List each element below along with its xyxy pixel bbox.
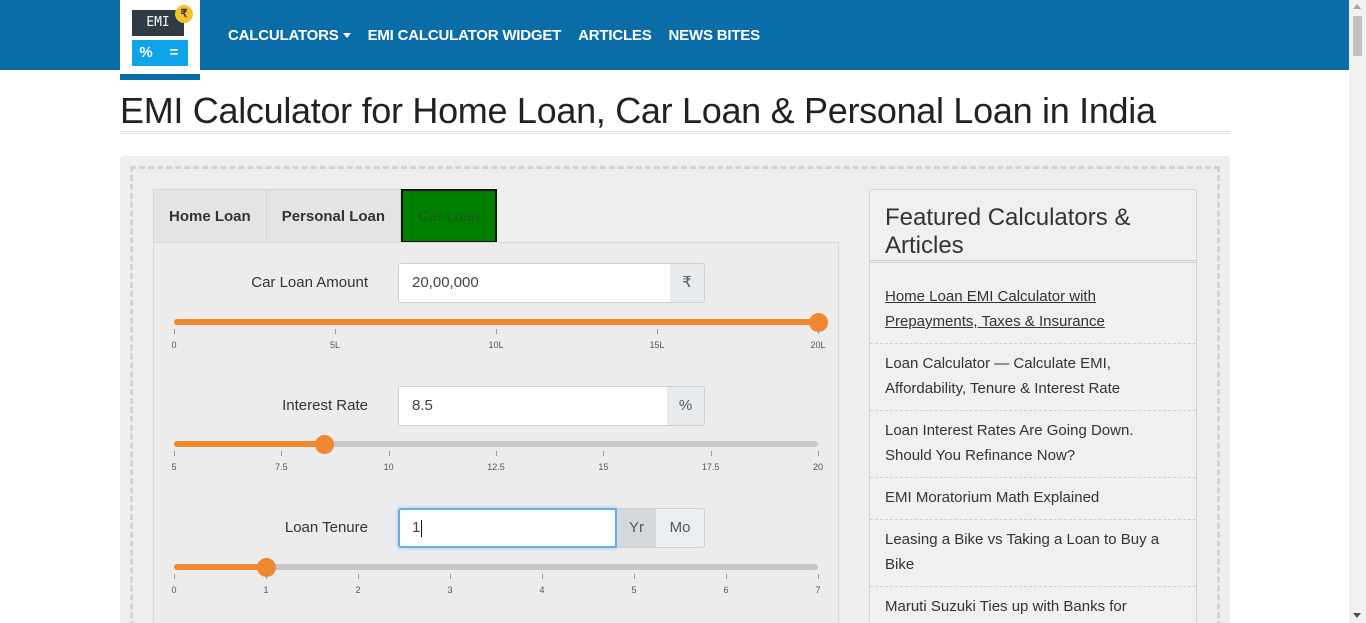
slider-tick-label: 6 <box>723 585 729 595</box>
scrollbar-thumb[interactable] <box>1353 16 1362 56</box>
slider-tick-label: 3 <box>447 585 453 595</box>
slider-tick <box>818 574 819 579</box>
tab-car-loan[interactable]: Car Loan <box>401 189 497 243</box>
slider-tick <box>818 451 819 456</box>
featured-item-emi-moratorium[interactable]: EMI Moratorium Math Explained <box>870 478 1196 520</box>
featured-list: Home Loan EMI Calculator with Prepayment… <box>870 277 1196 623</box>
slider-tick <box>174 451 175 456</box>
interest-rate-slider[interactable] <box>174 435 818 454</box>
equals-key-icon: = <box>160 40 188 66</box>
slider-tick <box>174 329 175 334</box>
featured-divider <box>870 260 1196 263</box>
loan-tenure-value: 1 <box>412 519 421 536</box>
text-cursor <box>421 519 423 537</box>
loan-tenure-input[interactable]: 1 <box>398 508 617 548</box>
nav-calculators[interactable]: CALCULATORS <box>228 27 351 44</box>
slider-tick-label: 1 <box>263 585 269 595</box>
interest-rate-slider-fill <box>174 441 325 447</box>
scroll-up-arrow-icon[interactable] <box>1353 4 1361 9</box>
slider-tick <box>450 574 451 579</box>
slider-tick-label: 12.5 <box>487 462 505 472</box>
scroll-down-arrow-icon[interactable] <box>1353 613 1361 618</box>
slider-tick-label: 17.5 <box>701 462 720 472</box>
slider-tick-label: 15L <box>649 340 665 350</box>
nav-emi-calculator-widget[interactable]: EMI CALCULATOR WIDGET <box>368 27 562 44</box>
featured-item-home-loan-emi[interactable]: Home Loan EMI Calculator with Prepayment… <box>870 277 1196 344</box>
page-title: EMI Calculator for Home Loan, Car Loan &… <box>120 90 1156 131</box>
slider-tick <box>496 451 497 456</box>
tenure-month-toggle[interactable]: Mo <box>656 508 705 548</box>
slider-tick-label: 0 <box>171 340 177 350</box>
slider-tick <box>266 574 267 579</box>
featured-item-loan-calculator[interactable]: Loan Calculator — Calculate EMI, Afforda… <box>870 344 1196 411</box>
rupee-unit-addon: ₹ <box>670 263 705 303</box>
featured-item-leasing-bike[interactable]: Leasing a Bike vs Taking a Loan to Buy a… <box>870 520 1196 587</box>
slider-tick <box>603 451 605 456</box>
slider-tick <box>335 329 336 334</box>
slider-tick <box>634 574 635 579</box>
vertical-scrollbar[interactable] <box>1349 0 1366 623</box>
tab-home-loan[interactable]: Home Loan <box>153 189 267 242</box>
amount-label: Car Loan Amount <box>251 274 368 291</box>
slider-tick-label: 5L <box>329 340 340 350</box>
slider-tick <box>542 574 543 579</box>
rupee-coin-icon: ₹ <box>175 5 193 23</box>
featured-title: Featured Calculators & Articles <box>885 204 1131 259</box>
slider-tick-label: 20 <box>812 462 823 472</box>
nav-calculators-label: CALCULATORS <box>228 26 339 44</box>
tenure-label: Loan Tenure <box>284 519 368 536</box>
slider-tick-label: 5 <box>631 585 637 595</box>
slider-tick-label: 10L <box>488 340 504 350</box>
nav-articles[interactable]: ARTICLES <box>578 27 652 44</box>
slider-tick-label: 5 <box>171 462 177 472</box>
interest-label: Interest Rate <box>282 397 368 414</box>
slider-tick <box>818 329 819 334</box>
nav-news-bites[interactable]: NEWS BITES <box>669 27 761 44</box>
slider-tick-label: 2 <box>355 585 361 595</box>
slider-tick <box>388 451 390 456</box>
loan-tenure-slider-fill <box>174 564 267 570</box>
interest-rate-input[interactable]: 8.5 <box>398 386 668 426</box>
slider-tick-label: 20L <box>810 340 826 350</box>
chevron-down-icon <box>342 33 351 39</box>
loan-type-tabs: Home Loan Personal Loan Car Loan <box>153 189 497 243</box>
slider-tick-label: 0 <box>171 585 177 595</box>
featured-sidebar: Featured Calculators & Articles Home Loa… <box>869 189 1197 623</box>
site-logo[interactable]: EMI ₹ % = <box>120 0 200 80</box>
main-nav: CALCULATORS EMI CALCULATOR WIDGET ARTICL… <box>228 0 760 70</box>
slider-tick <box>358 574 359 579</box>
slider-tick-label: 7 <box>815 585 821 595</box>
slider-tick <box>281 451 283 456</box>
loan-amount-slider-fill <box>174 319 818 325</box>
slider-tick <box>657 329 658 334</box>
slider-tick <box>726 574 727 579</box>
loan-tenure-slider[interactable] <box>174 558 818 577</box>
slider-tick-label: 4 <box>539 585 545 595</box>
percent-unit-addon: % <box>667 386 705 426</box>
tab-personal-loan[interactable]: Personal Loan <box>266 189 402 242</box>
slider-tick-label: 15 <box>598 462 609 472</box>
tenure-year-toggle[interactable]: Yr <box>617 508 657 548</box>
featured-item-interest-rates[interactable]: Loan Interest Rates Are Going Down. Shou… <box>870 411 1196 478</box>
loan-amount-slider[interactable] <box>174 313 828 332</box>
slider-tick-label: 10 <box>383 462 394 472</box>
slider-tick <box>174 574 175 579</box>
title-divider <box>120 131 1230 134</box>
featured-item-maruti-suzuki[interactable]: Maruti Suzuki Ties up with Banks for <box>870 587 1196 623</box>
loan-amount-input[interactable]: 20,00,000 <box>398 263 671 303</box>
slider-tick <box>496 329 497 334</box>
slider-tick <box>710 451 712 456</box>
slider-tick-label: 7.5 <box>275 462 288 472</box>
percent-key-icon: % <box>132 40 160 66</box>
